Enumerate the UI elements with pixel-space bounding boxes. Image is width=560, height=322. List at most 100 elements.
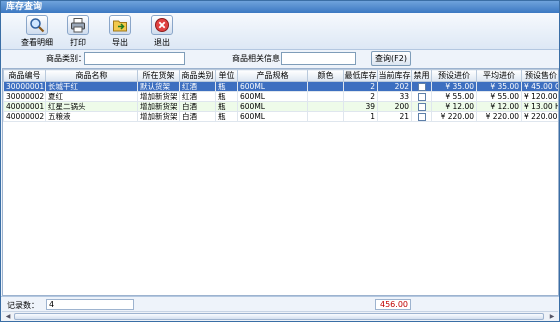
cell-color bbox=[307, 101, 344, 112]
cell-spec: 600ML bbox=[237, 111, 308, 122]
cell-avg-cost: ¥ 55.00 bbox=[476, 91, 522, 102]
column-header[interactable]: 颜色 bbox=[307, 69, 344, 82]
cell-shelf: 增加新货架 bbox=[137, 101, 180, 112]
cell-unit: 瓶 bbox=[215, 111, 238, 122]
cell-min-stock: 1 bbox=[343, 111, 378, 122]
column-header[interactable]: 商品类别 bbox=[179, 69, 216, 82]
cell-min-stock: 2 bbox=[343, 91, 378, 102]
cell-code: 40000001 bbox=[3, 101, 46, 112]
column-header[interactable]: 商品名称 bbox=[45, 69, 138, 82]
inventory-query-window: 库存查询 查看明细 打印 导出 退出 商品类别： 商品相关信息： 查询(F2) … bbox=[0, 0, 560, 322]
preset-price-value: ¥ 13.00 bbox=[524, 102, 553, 111]
column-header[interactable]: 最低库存 bbox=[343, 69, 378, 82]
disabled-checkbox[interactable] bbox=[417, 83, 426, 91]
scroll-left-icon[interactable]: ◀ bbox=[3, 312, 13, 321]
toolbar: 查看明细 打印 导出 退出 bbox=[1, 13, 559, 50]
scroll-right-icon[interactable]: ▶ bbox=[547, 312, 557, 321]
table-row[interactable]: 40000002 五粮液 增加新货架 白酒 瓶 600ML 1 21 ¥ 220… bbox=[3, 111, 558, 122]
cell-extra: HX bbox=[555, 103, 558, 111]
cell-min-stock: 39 bbox=[343, 101, 378, 112]
scrollbar-thumb[interactable] bbox=[14, 313, 544, 320]
cell-unit: 瓶 bbox=[215, 81, 238, 92]
cell-avg-cost: ¥ 220.00 bbox=[476, 111, 522, 122]
print-label: 打印 bbox=[70, 38, 86, 47]
search-bar: 商品类别： 商品相关信息： 查询(F2) bbox=[1, 50, 559, 68]
cell-cur-stock: 200 bbox=[377, 101, 412, 112]
exit-button[interactable]: 退出 bbox=[151, 15, 173, 48]
column-header[interactable]: 预设售价 bbox=[521, 69, 558, 82]
column-header[interactable]: 单位 bbox=[215, 69, 238, 82]
export-label: 导出 bbox=[112, 38, 128, 47]
category-label: 商品类别： bbox=[46, 54, 86, 63]
exit-label: 退出 bbox=[154, 38, 170, 47]
info-input[interactable] bbox=[281, 52, 356, 65]
preset-price-value: ¥ 120.00 bbox=[524, 92, 558, 101]
cell-color bbox=[307, 111, 344, 122]
view-detail-button[interactable]: 查看明细 bbox=[21, 15, 53, 48]
cell-shelf: 增加新货架 bbox=[137, 91, 180, 102]
column-header[interactable]: 商品编号 bbox=[3, 69, 46, 82]
cell-cur-stock: 202 bbox=[377, 81, 412, 92]
cell-cur-stock: 21 bbox=[377, 111, 412, 122]
cell-shelf: 默认货架 bbox=[137, 81, 180, 92]
column-header[interactable]: 当前库存 bbox=[377, 69, 412, 82]
cell-preset-price: ¥ 120.00 XH bbox=[521, 91, 558, 102]
cell-unit: 瓶 bbox=[215, 91, 238, 102]
printer-icon bbox=[67, 15, 89, 35]
table-header-row: 商品编号 商品名称 所在货架 商品类别 单位 产品规格 颜色 最低库存 当前库存… bbox=[3, 69, 558, 82]
disabled-checkbox[interactable] bbox=[417, 113, 426, 121]
column-header[interactable]: 所在货架 bbox=[137, 69, 180, 82]
disabled-checkbox[interactable] bbox=[417, 103, 426, 111]
cell-color bbox=[307, 91, 344, 102]
cell-unit: 瓶 bbox=[215, 101, 238, 112]
cell-disabled bbox=[411, 81, 432, 92]
query-button[interactable]: 查询(F2) bbox=[371, 51, 411, 66]
cell-name: 夏红 bbox=[45, 91, 138, 102]
horizontal-scrollbar[interactable]: ◀ ▶ bbox=[2, 311, 558, 321]
cell-preset-price: ¥ 220.00 WL bbox=[521, 111, 558, 122]
stock-total-value: 456.00 bbox=[375, 299, 411, 310]
magnifier-icon bbox=[26, 15, 48, 35]
cell-name: 红星二锅头 bbox=[45, 101, 138, 112]
column-header[interactable]: 平均进价 bbox=[476, 69, 522, 82]
preset-price-value: ¥ 45.00 bbox=[524, 82, 553, 91]
cell-cur-stock: 33 bbox=[377, 91, 412, 102]
cell-code: 40000002 bbox=[3, 111, 46, 122]
cell-name: 五粮液 bbox=[45, 111, 138, 122]
export-icon bbox=[109, 15, 131, 35]
cell-min-stock: 2 bbox=[343, 81, 378, 92]
cell-disabled bbox=[411, 111, 432, 122]
table-row[interactable]: 30000002 夏红 增加新货架 红酒 瓶 600ML 2 33 ¥ 55.0… bbox=[3, 91, 558, 102]
cell-avg-cost: ¥ 12.00 bbox=[476, 101, 522, 112]
cell-disabled bbox=[411, 101, 432, 112]
cell-color bbox=[307, 81, 344, 92]
cell-category: 红酒 bbox=[179, 91, 216, 102]
cell-preset-cost: ¥ 12.00 bbox=[431, 101, 477, 112]
cell-code: 30000002 bbox=[3, 91, 46, 102]
table-row[interactable]: 40000001 红星二锅头 增加新货架 白酒 瓶 600ML 39 200 ¥… bbox=[3, 101, 558, 112]
table-row[interactable]: 30000001 长城干红 默认货架 红酒 瓶 600ML 2 202 ¥ 35… bbox=[3, 81, 558, 92]
cell-preset-price: ¥ 13.00 HX bbox=[521, 101, 558, 112]
status-footer: 记录数： 4 456.00 bbox=[1, 296, 559, 311]
record-count-value: 4 bbox=[46, 299, 134, 310]
cell-spec: 600ML bbox=[237, 91, 308, 102]
column-header[interactable]: 禁用 bbox=[411, 69, 432, 82]
inventory-table: 商品编号 商品名称 所在货架 商品类别 单位 产品规格 颜色 最低库存 当前库存… bbox=[2, 68, 559, 296]
export-button[interactable]: 导出 bbox=[109, 15, 131, 48]
disabled-checkbox[interactable] bbox=[417, 93, 426, 101]
category-input[interactable] bbox=[84, 52, 185, 65]
cell-avg-cost: ¥ 35.00 bbox=[476, 81, 522, 92]
exit-icon bbox=[151, 15, 173, 35]
cell-category: 红酒 bbox=[179, 81, 216, 92]
column-header[interactable]: 产品规格 bbox=[237, 69, 308, 82]
cell-preset-cost: ¥ 35.00 bbox=[431, 81, 477, 92]
preset-price-value: ¥ 220.00 bbox=[524, 112, 558, 121]
cell-extra: CC bbox=[555, 83, 558, 91]
cell-shelf: 增加新货架 bbox=[137, 111, 180, 122]
print-button[interactable]: 打印 bbox=[67, 15, 89, 48]
cell-name: 长城干红 bbox=[45, 81, 138, 92]
column-header[interactable]: 预设进价 bbox=[431, 69, 477, 82]
window-title: 库存查询 bbox=[1, 1, 559, 13]
record-count-label: 记录数： bbox=[7, 301, 39, 310]
view-detail-label: 查看明细 bbox=[21, 38, 53, 47]
